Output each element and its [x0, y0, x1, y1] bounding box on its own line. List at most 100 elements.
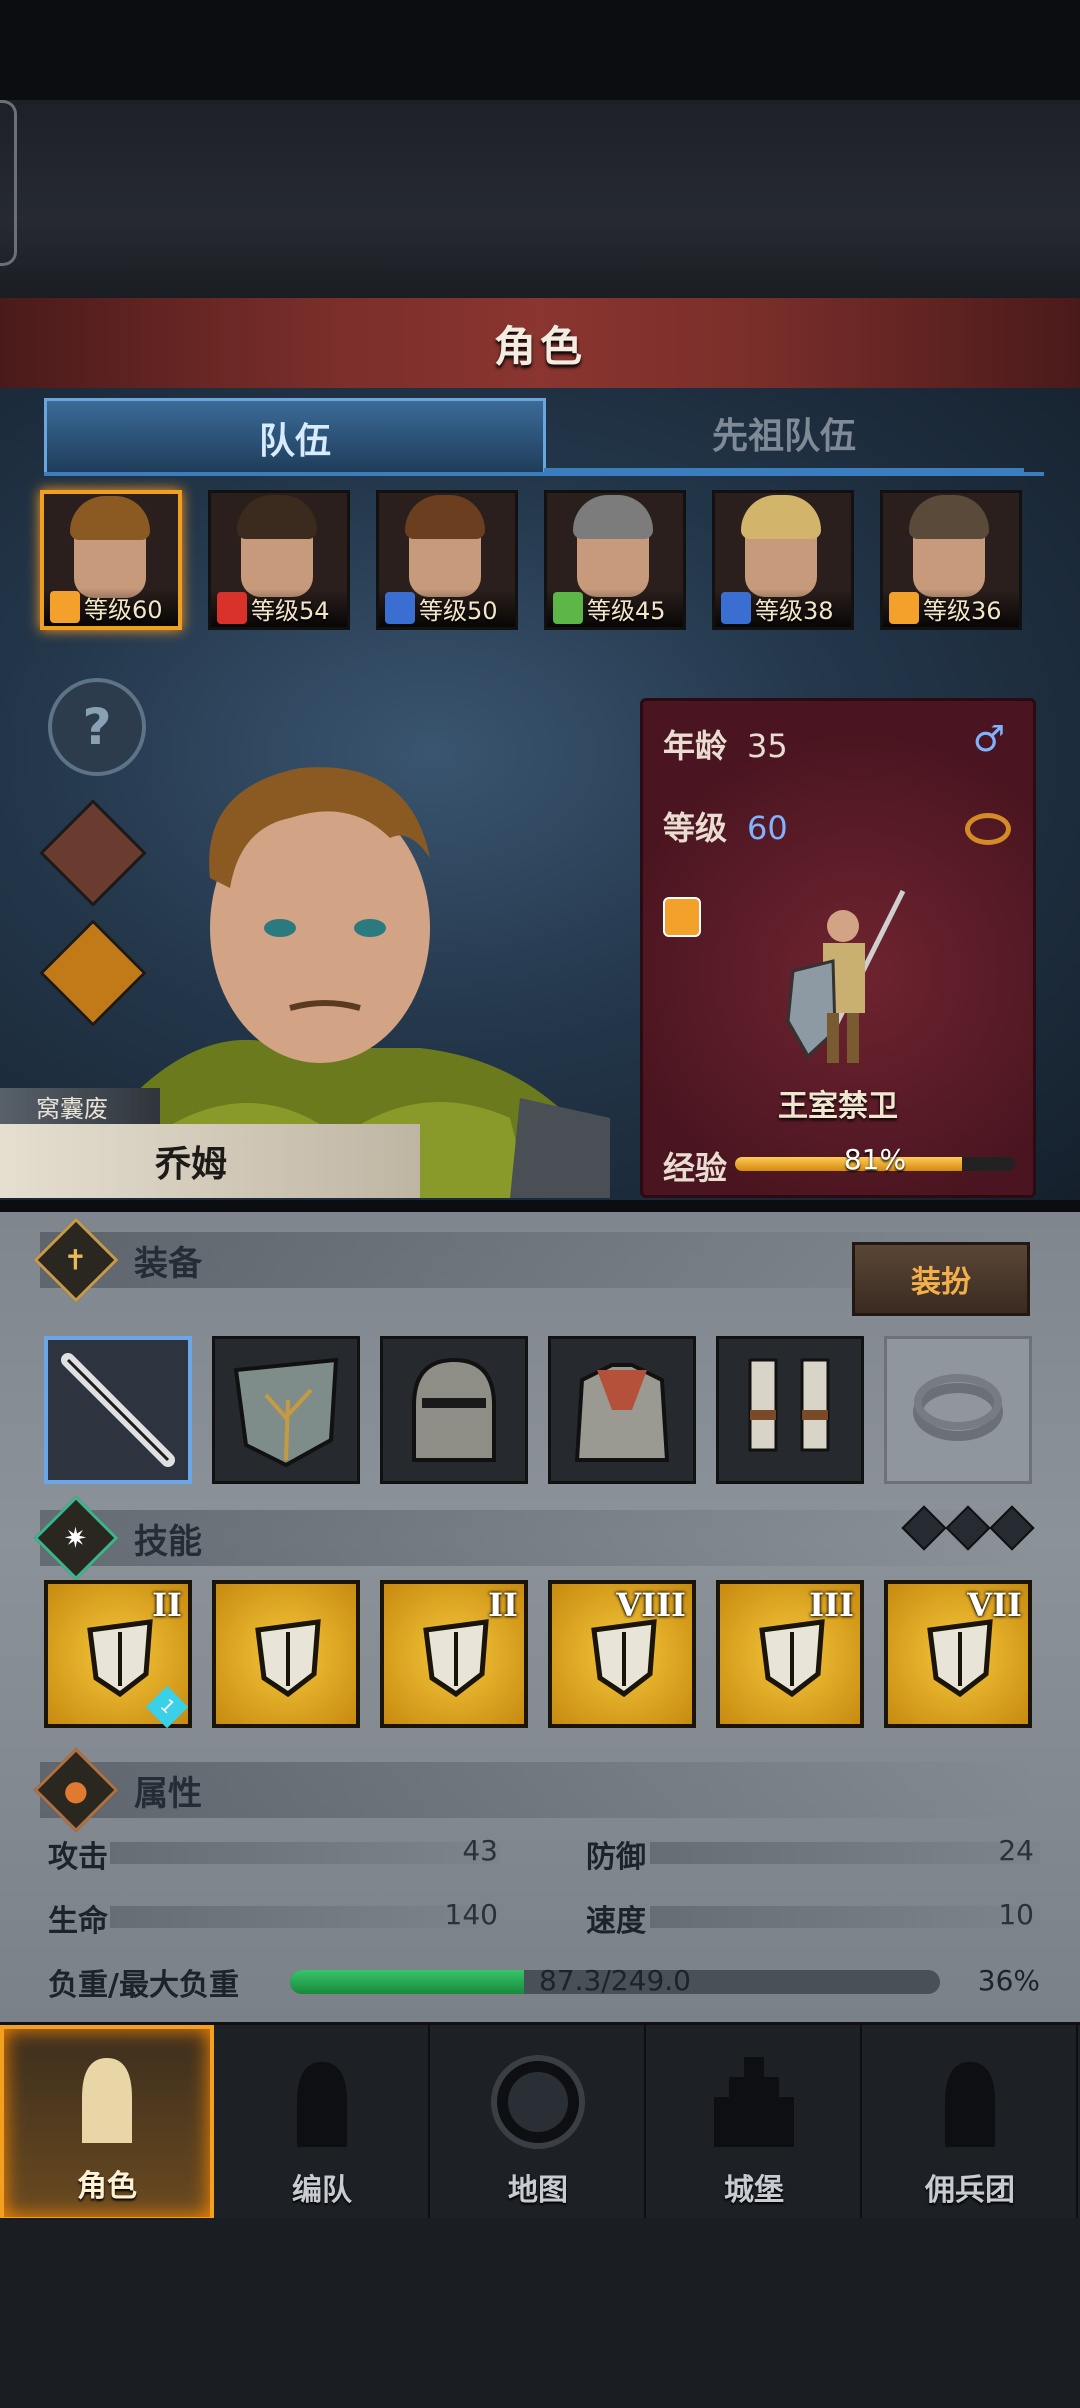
class-icon	[889, 592, 919, 624]
skill-slot-4[interactable]: VIII	[548, 1580, 696, 1728]
member-level: 等级38	[755, 596, 834, 625]
equip-slot-shield[interactable]	[212, 1336, 360, 1484]
skill-shield-icon	[759, 1619, 825, 1698]
hp-value: 140	[444, 1898, 498, 1931]
cross-icon: ✝	[33, 1217, 119, 1303]
load-label: 负重/最大负重	[48, 1968, 239, 2003]
side-drawer-handle[interactable]	[0, 100, 17, 266]
compass-icon	[491, 2055, 585, 2149]
tab-team[interactable]: 队伍	[44, 398, 546, 475]
banner-icon	[945, 2062, 995, 2147]
skill-slot-2[interactable]	[212, 1580, 360, 1728]
class-icon	[721, 592, 751, 624]
details-section: ✝ 装备 装扮 ✷ 技能 II1IIVIIIIIIVII ● 属性	[0, 1212, 1080, 2024]
tab-bar: 队伍 先祖队伍	[44, 398, 1044, 480]
star-icon: ✷	[33, 1495, 119, 1581]
armor-icon	[574, 1363, 670, 1462]
hp-label: 生命	[48, 1904, 108, 1939]
class-figure	[786, 889, 906, 1063]
skill-slot-1[interactable]: II 1	[44, 1580, 192, 1729]
hero-nickname: 窝囊废	[0, 1088, 160, 1124]
nav-item-4[interactable]: 城堡	[648, 2025, 862, 2221]
equip-slot-ring[interactable]	[884, 1336, 1032, 1484]
class-shield-icon	[663, 897, 701, 937]
skill-shield-icon	[87, 1619, 153, 1698]
member-level: 等级50	[419, 596, 498, 625]
hero-name[interactable]: 乔姆	[0, 1124, 420, 1198]
skill-slots-indicator	[901, 1505, 1035, 1551]
nav-item-5[interactable]: 佣兵团	[864, 2025, 1078, 2221]
sword-icon	[61, 1353, 175, 1467]
skill-rank: II	[488, 1586, 518, 1624]
member-level: 等级36	[923, 596, 1002, 625]
nav-item-1[interactable]: 角色	[0, 2025, 214, 2221]
team-member-1[interactable]: 等级60	[40, 490, 182, 630]
male-icon: ♂	[972, 719, 1005, 760]
speed-value: 10	[998, 1898, 1034, 1931]
system-bar	[0, 2218, 1080, 2408]
castle-icon	[714, 2057, 794, 2147]
class-icon	[50, 591, 80, 623]
tab-ancestor-team[interactable]: 先祖队伍	[544, 398, 1024, 472]
member-hair	[909, 495, 989, 539]
speed-label: 速度	[586, 1904, 646, 1939]
member-hair	[573, 495, 653, 539]
skill-slot-6[interactable]: VII	[884, 1580, 1032, 1728]
equipment-row	[44, 1336, 1044, 1486]
exp-label: 经验	[663, 1149, 728, 1187]
member-hair	[70, 496, 150, 540]
equip-slot-boots[interactable]	[716, 1336, 864, 1484]
attribute-icon: ●	[33, 1747, 119, 1833]
nav-item-2[interactable]: 编队	[216, 2025, 430, 2221]
equip-slot-helmet[interactable]	[380, 1336, 528, 1484]
helmet-icon	[297, 2062, 347, 2147]
skill-rank: II	[152, 1586, 182, 1624]
page-title: 角色	[493, 321, 586, 371]
load-percent: 36%	[977, 1964, 1040, 1997]
equip-slot-armor[interactable]	[548, 1336, 696, 1484]
exp-percent: 81%	[843, 1143, 907, 1176]
shield-icon	[233, 1357, 339, 1468]
bottom-nav: 角色 编队 地图 城堡 佣兵团	[0, 2022, 1080, 2221]
member-hair	[741, 495, 821, 539]
helmet-icon	[412, 1357, 496, 1462]
member-hair	[405, 495, 485, 539]
nav-label: 佣兵团	[925, 2173, 1015, 2208]
defense-value: 24	[998, 1834, 1034, 1867]
skill-slot-5[interactable]: III	[716, 1580, 864, 1728]
class-icon	[553, 592, 583, 624]
team-member-4[interactable]: 等级45	[544, 490, 686, 630]
team-member-5[interactable]: 等级38	[712, 490, 854, 630]
tab-underline	[44, 472, 1044, 476]
skill-slot-3[interactable]: II	[380, 1580, 528, 1728]
defense-label: 防御	[586, 1840, 646, 1875]
skill-shield-icon	[591, 1619, 657, 1698]
equip-slot-weapon[interactable]	[44, 1336, 192, 1484]
skill-rank: VII	[967, 1586, 1022, 1624]
attributes-header: ● 属性	[33, 1747, 1040, 1833]
team-member-3[interactable]: 等级50	[376, 490, 518, 630]
class-icon	[217, 592, 247, 624]
skill-rank: VIII	[616, 1586, 686, 1624]
nav-item-3[interactable]: 地图	[432, 2025, 646, 2221]
age-row: 年龄 35	[663, 727, 788, 765]
class-icon	[385, 592, 415, 624]
nav-label: 角色	[77, 2169, 137, 2204]
team-member-6[interactable]: 等级36	[880, 490, 1022, 630]
knight-icon	[82, 2058, 132, 2143]
load-value: 87.3/249.0	[539, 1964, 691, 1997]
attack-value: 43	[462, 1834, 498, 1867]
member-level: 等级54	[251, 596, 330, 625]
skills-row: II 1 II VIII III VII	[44, 1580, 1044, 1730]
skill-shield-icon	[423, 1619, 489, 1698]
character-panel: 队伍 先祖队伍 等级60 等级54 等级50 等级45 等级38 等级36 ? 窝囊废 乔…	[0, 388, 1080, 1200]
level-row: 等级 60	[663, 809, 788, 847]
member-level: 等级45	[587, 596, 666, 625]
ring-icon	[913, 1374, 1003, 1441]
class-card[interactable]: 年龄 35 ♂ 等级 60 王室禁卫 经验 81%	[640, 698, 1036, 1198]
skill-rank: III	[809, 1586, 854, 1624]
team-member-2[interactable]: 等级54	[208, 490, 350, 630]
member-hair	[237, 495, 317, 539]
class-name: 王室禁卫	[778, 1089, 898, 1124]
dress-up-button[interactable]: 装扮	[852, 1242, 1030, 1316]
